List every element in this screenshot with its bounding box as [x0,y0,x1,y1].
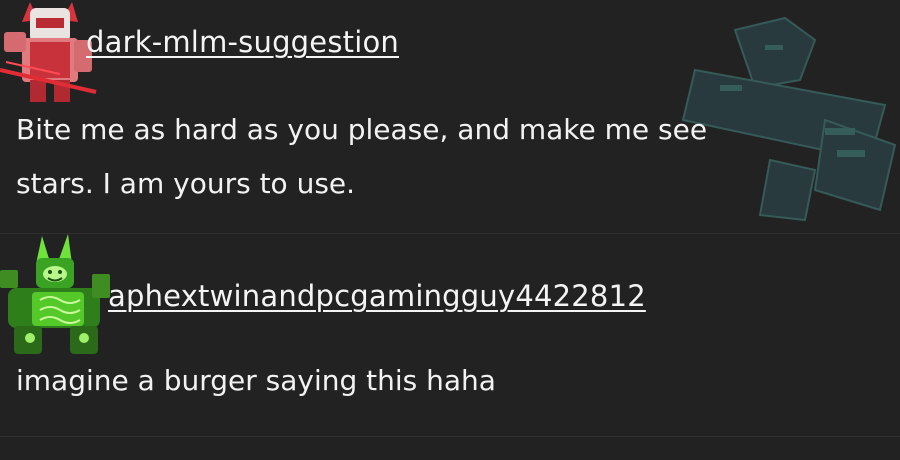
post-aphextwinandpcgamingguy4422812: aphextwinandpcgamingguy4422812 imagine a… [0,234,900,436]
divider [0,436,900,437]
post-text: imagine a burger saying this haha [16,364,496,397]
username-link[interactable]: dark-mlm-suggestion [86,25,399,59]
username-link[interactable]: aphextwinandpcgamingguy4422812 [108,279,646,313]
post-dark-mlm-suggestion: dark-mlm-suggestion Bite me as hard as y… [0,0,900,233]
green-robot-avatar-icon[interactable] [0,230,112,360]
post-text: Bite me as hard as you please, and make … [16,113,708,200]
red-robot-avatar-icon[interactable] [0,0,100,105]
